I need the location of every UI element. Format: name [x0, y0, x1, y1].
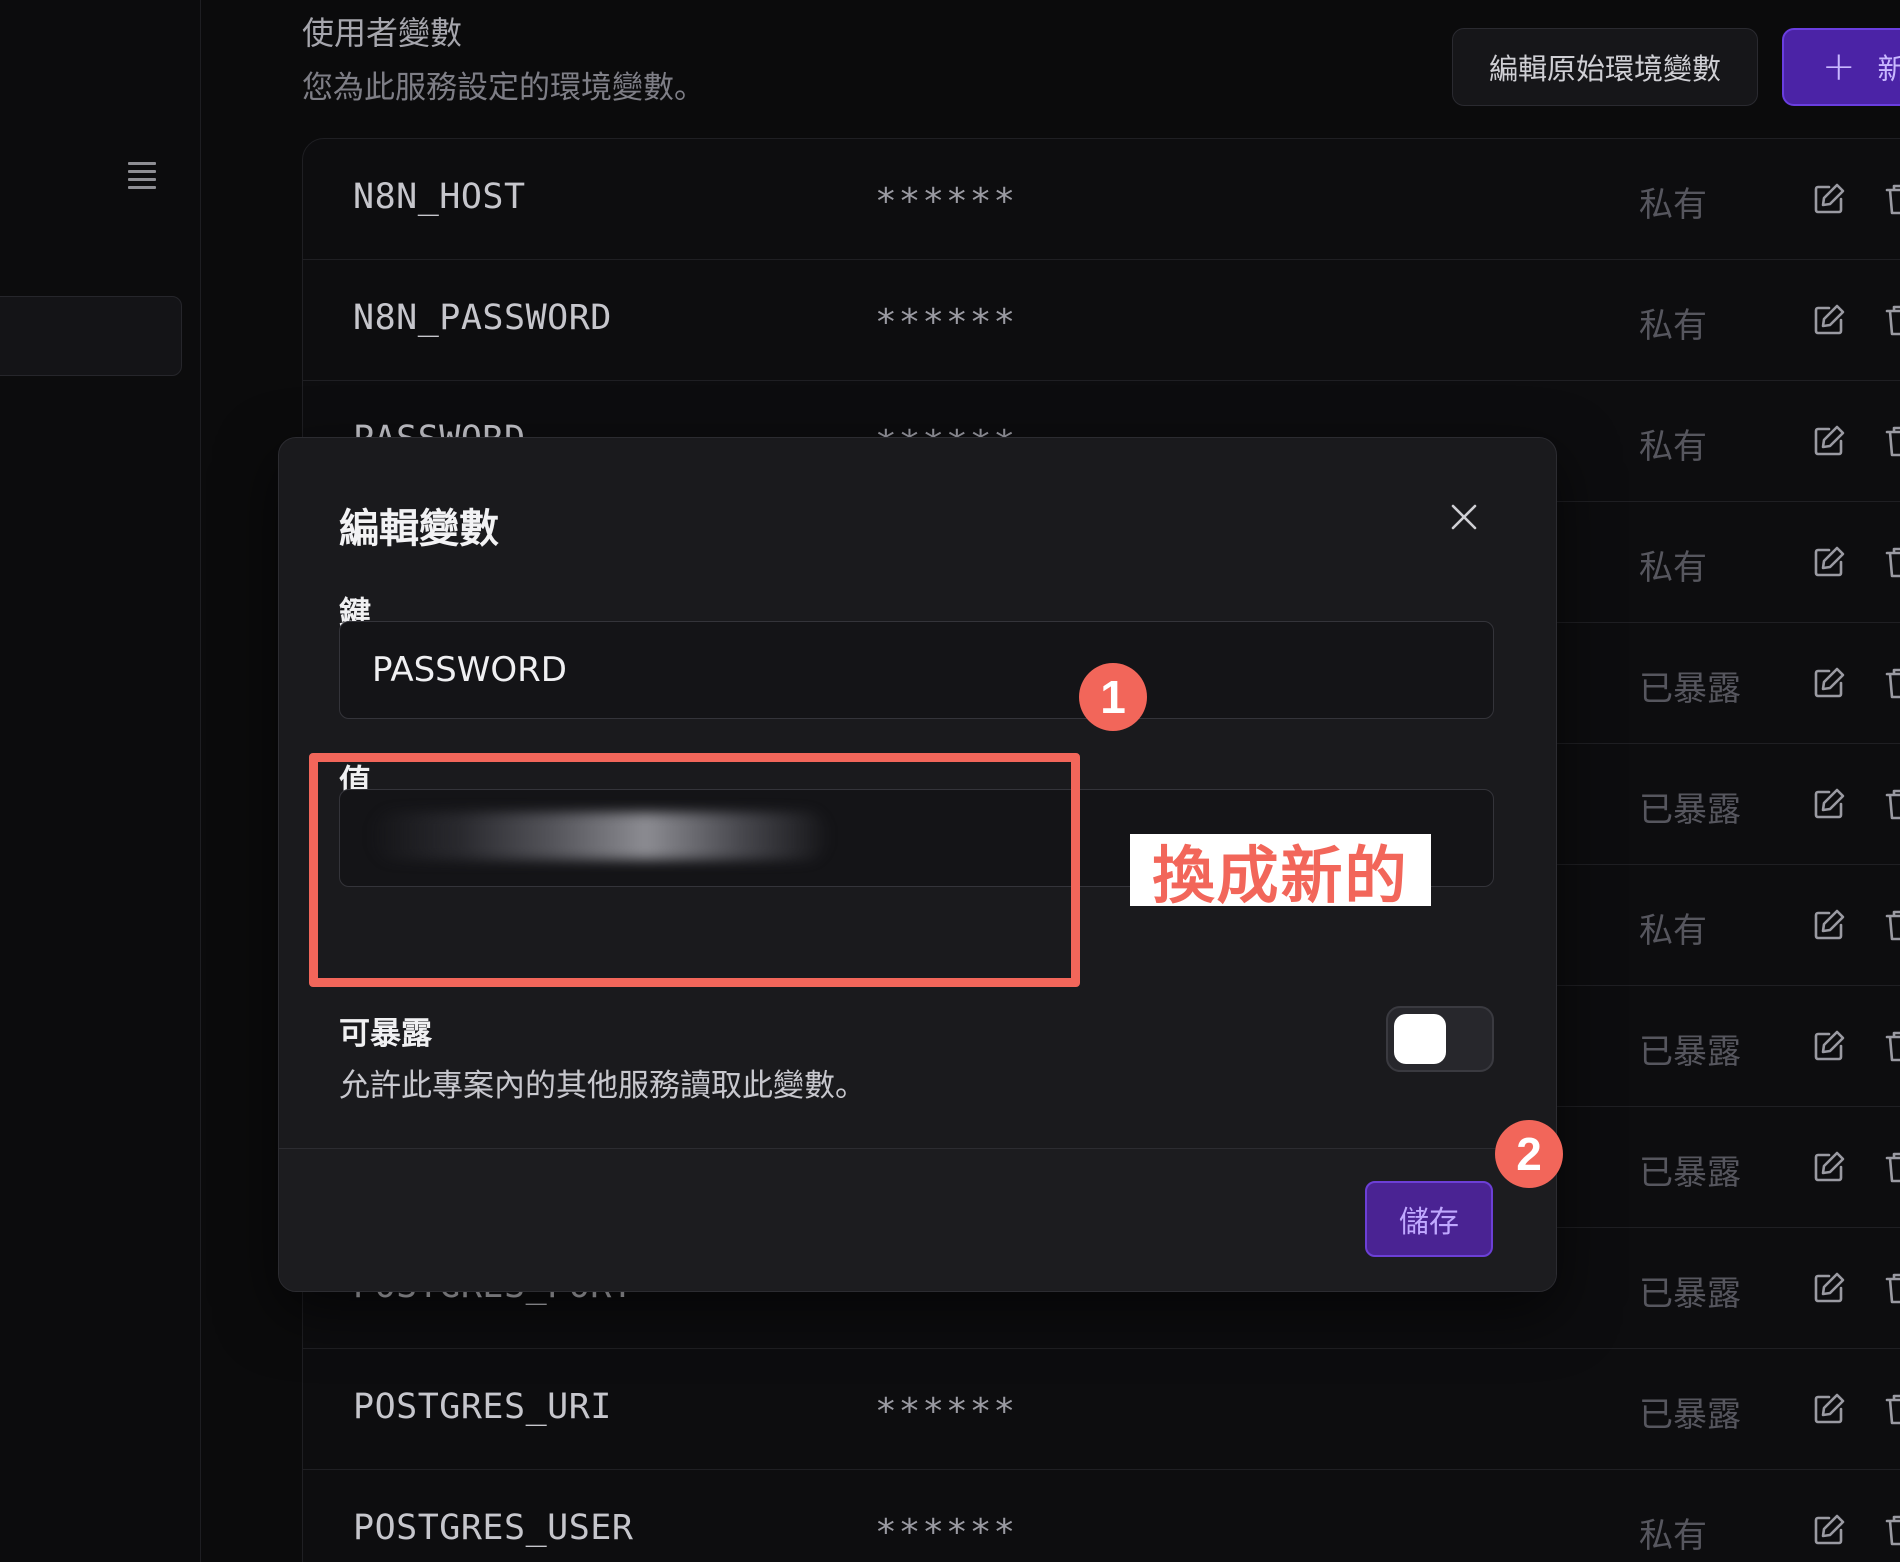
variable-row: N8N_PASSWORD ****** 私有: [303, 260, 1900, 381]
variable-visibility: 已暴露: [1639, 790, 1741, 830]
edit-icon[interactable]: [1811, 1512, 1847, 1548]
edit-icon[interactable]: [1811, 1391, 1847, 1427]
variable-visibility: 已暴露: [1639, 669, 1741, 709]
edit-icon[interactable]: [1811, 665, 1847, 701]
variable-key: POSTGRES_USER: [353, 1508, 634, 1548]
variable-key: N8N_PASSWORD: [353, 298, 612, 338]
trash-icon[interactable]: [1883, 544, 1900, 580]
new-variable-button[interactable]: + 新: [1782, 28, 1900, 106]
variable-visibility: 私有: [1639, 427, 1707, 467]
trash-icon[interactable]: [1883, 423, 1900, 459]
trash-icon[interactable]: [1883, 1149, 1900, 1185]
close-icon[interactable]: [1449, 502, 1479, 532]
key-input[interactable]: PASSWORD: [339, 621, 1494, 719]
save-button[interactable]: 儲存: [1365, 1181, 1493, 1257]
variable-visibility: 已暴露: [1639, 1395, 1741, 1435]
edit-icon[interactable]: [1811, 1270, 1847, 1306]
variable-visibility: 已暴露: [1639, 1153, 1741, 1193]
variable-key: POSTGRES_URI: [353, 1387, 612, 1427]
sidebar: [0, 0, 201, 1562]
step-badge-2: 2: [1495, 1120, 1563, 1188]
value-highlight-box: [309, 753, 1080, 987]
variable-value: ******: [875, 302, 1018, 343]
dialog-title: 編輯變數: [339, 506, 499, 552]
trash-icon[interactable]: [1883, 665, 1900, 701]
edit-icon[interactable]: [1811, 907, 1847, 943]
edit-icon[interactable]: [1811, 1028, 1847, 1064]
variable-key: N8N_HOST: [353, 177, 526, 217]
trash-icon[interactable]: [1883, 181, 1900, 217]
trash-icon[interactable]: [1883, 1512, 1900, 1548]
edit-icon[interactable]: [1811, 302, 1847, 338]
step-badge-1: 1: [1079, 663, 1147, 731]
variable-visibility: 私有: [1639, 548, 1707, 588]
expose-toggle[interactable]: [1386, 1006, 1494, 1072]
dialog-footer: 儲存: [279, 1148, 1556, 1291]
variable-row: POSTGRES_USER ****** 私有: [303, 1470, 1900, 1562]
edit-icon[interactable]: [1811, 786, 1847, 822]
variable-row: N8N_HOST ****** 私有: [303, 139, 1900, 260]
trash-icon[interactable]: [1883, 1028, 1900, 1064]
expose-description: 允許此專案內的其他服務讀取此變數。: [339, 1068, 866, 1104]
replace-callout: 換成新的: [1130, 834, 1431, 912]
trash-icon[interactable]: [1883, 1270, 1900, 1306]
variable-value: ******: [875, 181, 1018, 222]
trash-icon[interactable]: [1883, 302, 1900, 338]
variable-value: ******: [875, 1512, 1018, 1553]
app-root: 使用者變數 您為此服務設定的環境變數。 編輯原始環境變數 + 新 N8N_HOS…: [0, 0, 1900, 1562]
section-title: 使用者變數: [302, 14, 463, 52]
variable-visibility: 私有: [1639, 911, 1707, 951]
hamburger-menu-icon[interactable]: [128, 162, 156, 189]
edit-icon[interactable]: [1811, 423, 1847, 459]
edit-icon[interactable]: [1811, 544, 1847, 580]
variable-row: POSTGRES_URI ****** 已暴露: [303, 1349, 1900, 1470]
sidebar-active-item[interactable]: [0, 296, 182, 376]
variable-visibility: 私有: [1639, 185, 1707, 225]
variable-visibility: 已暴露: [1639, 1274, 1741, 1314]
new-variable-label: 新: [1877, 52, 1900, 86]
variable-visibility: 私有: [1639, 306, 1707, 346]
toggle-knob: [1394, 1014, 1446, 1064]
trash-icon[interactable]: [1883, 1391, 1900, 1427]
variable-visibility: 私有: [1639, 1516, 1707, 1556]
variable-visibility: 已暴露: [1639, 1032, 1741, 1072]
expose-label: 可暴露: [339, 1016, 432, 1052]
edit-icon[interactable]: [1811, 181, 1847, 217]
section-subtitle: 您為此服務設定的環境變數。: [302, 70, 705, 106]
edit-raw-env-button[interactable]: 編輯原始環境變數: [1452, 28, 1758, 106]
trash-icon[interactable]: [1883, 786, 1900, 822]
variable-value: ******: [875, 1391, 1018, 1432]
plus-icon: +: [1822, 44, 1856, 90]
trash-icon[interactable]: [1883, 907, 1900, 943]
edit-icon[interactable]: [1811, 1149, 1847, 1185]
